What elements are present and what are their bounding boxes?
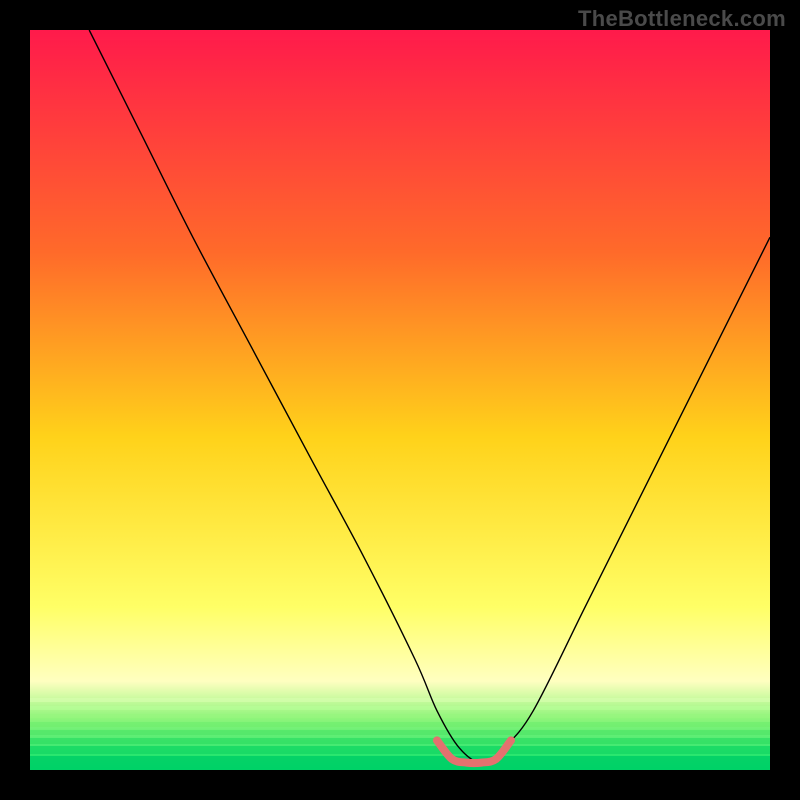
plot-area: [30, 30, 770, 770]
green-stripes: [30, 698, 770, 770]
plot-svg: [30, 30, 770, 770]
chart-stage: TheBottleneck.com: [0, 0, 800, 800]
gradient-rect: [30, 30, 770, 770]
watermark-text: TheBottleneck.com: [578, 6, 786, 32]
